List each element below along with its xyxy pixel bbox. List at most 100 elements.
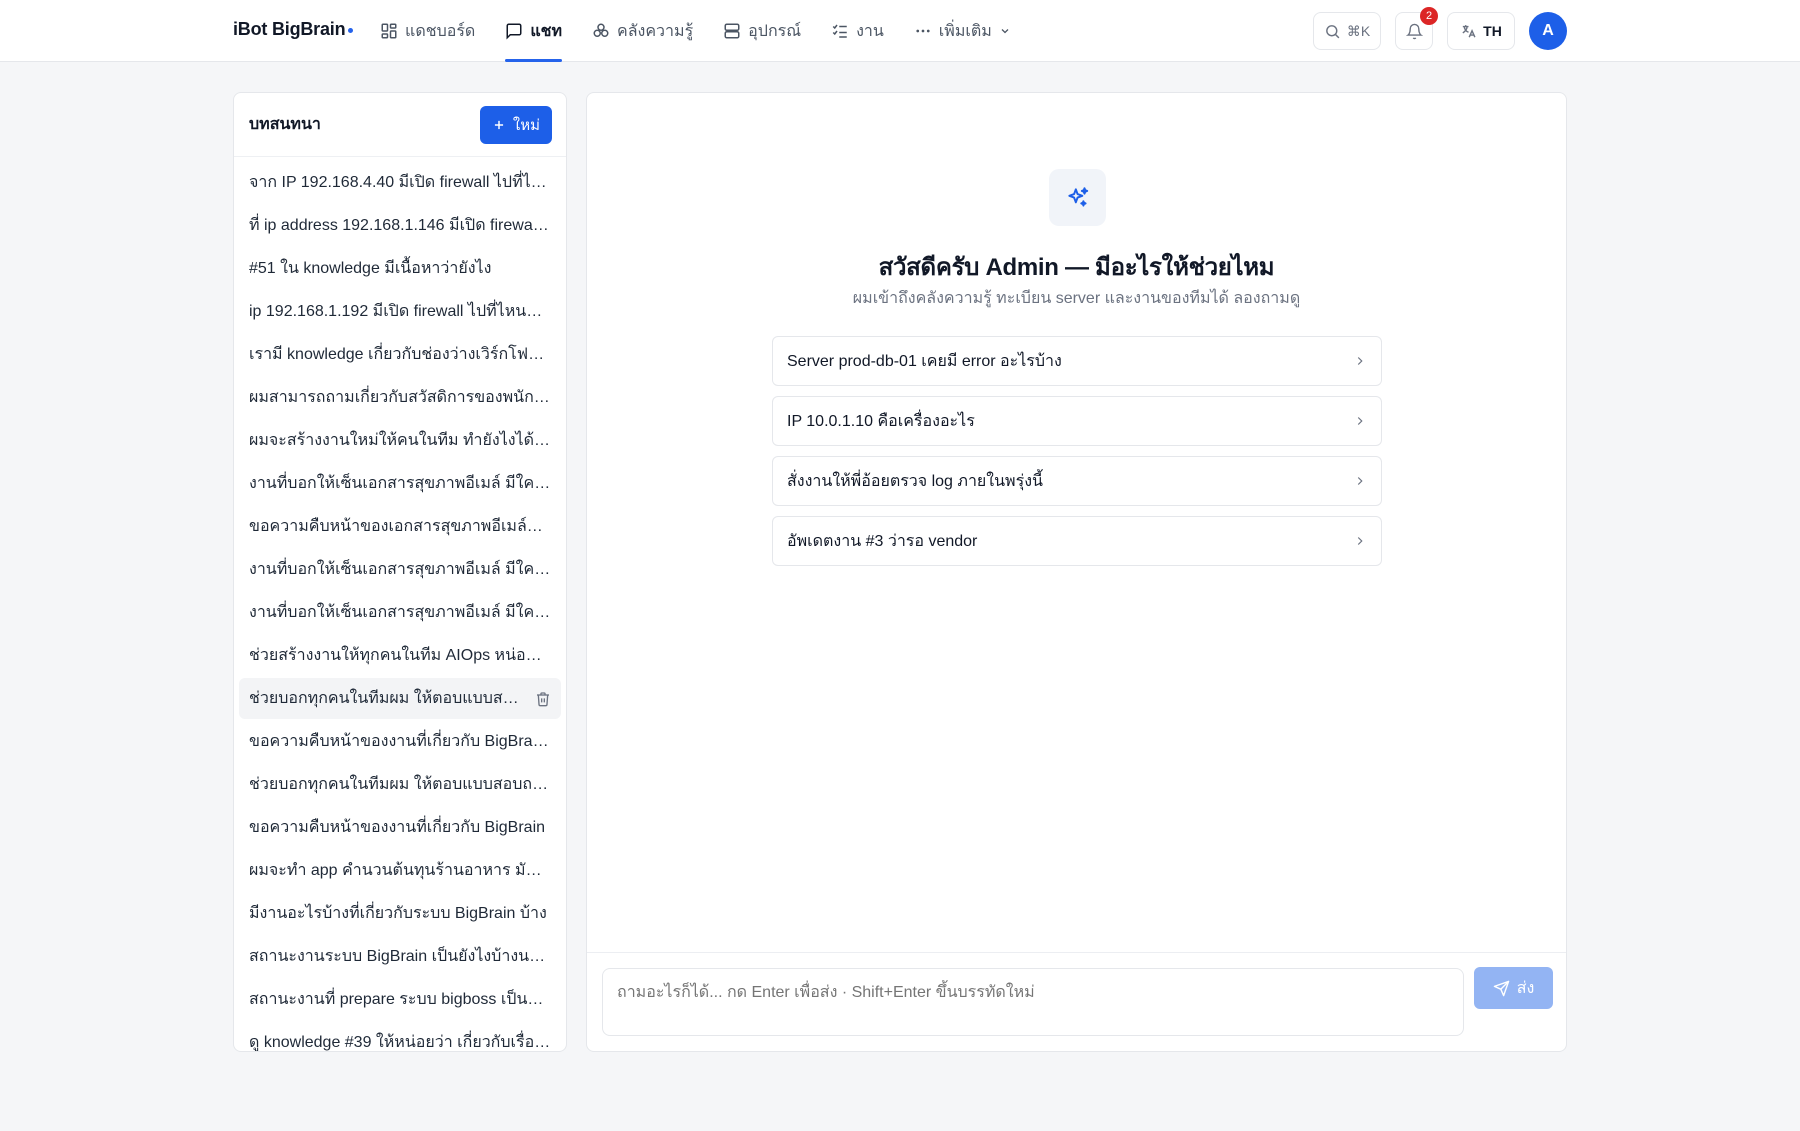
- send-label: ส่ง: [1516, 979, 1535, 997]
- nav-item-tasks[interactable]: งาน: [831, 0, 884, 62]
- nav-item-more[interactable]: เพิ่มเติม: [914, 0, 1011, 62]
- conversation-item[interactable]: ขอความคืบหน้าของงานที่เกี่ยวกับ BigBrain: [239, 807, 561, 848]
- search-shortcut: ⌘K: [1346, 22, 1371, 39]
- sparkles-badge: [1049, 169, 1106, 226]
- sparkles-icon: [1067, 186, 1088, 207]
- conversation-title: ผมสามารถถามเกี่ยวกับสวัสดิการของพนักงานไ…: [249, 389, 551, 406]
- conversation-item[interactable]: ip 192.168.1.192 มีเปิด firewall ไปที่ไห…: [239, 291, 561, 332]
- bell-icon: [1405, 23, 1423, 39]
- conversation-item[interactable]: งานที่บอกให้เซ็นเอกสารสุขภาพอีเมล์ มีใคร…: [239, 463, 561, 504]
- conversation-title: ผมจะทำ app คำนวนต้นทุนร้านอาหาร มันคืออะ…: [249, 862, 551, 879]
- conversation-title: #51 ใน knowledge มีเนื้อหาว่ายังไง: [249, 260, 492, 277]
- chat-icon: [506, 23, 522, 40]
- top-bar: iBot BigBrain แดชบอร์ด แชท คลังความรู้ อ…: [0, 0, 1800, 62]
- nav-item-dashboard[interactable]: แดชบอร์ด: [380, 0, 475, 62]
- suggestion-text: IP 10.0.1.10 คือเครื่องอะไร: [787, 412, 975, 430]
- conversation-item[interactable]: ช่วยบอกทุกคนในทีมผม ให้ตอบแบบสอบถามหน่อย: [239, 764, 561, 805]
- suggestion-item[interactable]: สั่งงานให้พี่อ้อยตรวจ log ภายในพรุ่งนี้: [772, 456, 1382, 506]
- translate-icon: [1462, 24, 1476, 37]
- conversation-title: ขอความคืบหน้าของงานที่เกี่ยวกับ BigBrain: [249, 819, 546, 836]
- greeting-subtitle: ผมเข้าถึงคลังความรู้ ทะเบียน server และง…: [852, 290, 1301, 307]
- conversation-title: ดู knowledge #39 ให้หน่อยว่า เกี่ยวกับเร…: [249, 1034, 551, 1051]
- nav-label-devices: อุปกรณ์: [748, 22, 802, 40]
- conversation-item[interactable]: สถานะงานระบบ BigBrain เป็นยังไงบ้างนะ ตอ…: [239, 936, 561, 977]
- conversation-title: จาก IP 192.168.4.40 มีเปิด firewall ไปที…: [249, 174, 551, 191]
- nav-item-devices[interactable]: อุปกรณ์: [723, 0, 801, 62]
- conversation-title: ช่วยบอกทุกคนในทีมผม ให้ตอบแบบสอบถามหน่อย: [249, 776, 551, 793]
- conversation-item[interactable]: ช่วยสร้างงานให้ทุกคนในทีม AIOps หน่อย บอ…: [239, 635, 561, 676]
- chevron-right-icon: [1357, 477, 1363, 485]
- send-icon: [1493, 980, 1509, 996]
- greeting-title: สวัสดีครับ Admin — มีอะไรให้ช่วยไหม: [878, 254, 1275, 281]
- brand-name: iBot BigBrain: [233, 19, 346, 39]
- avatar[interactable]: A: [1529, 12, 1567, 50]
- conversation-item[interactable]: ผมสามารถถามเกี่ยวกับสวัสดิการของพนักงานไ…: [239, 377, 561, 418]
- conversation-item[interactable]: งานที่บอกให้เซ็นเอกสารสุขภาพอีเมล์ มีใคร…: [239, 592, 561, 633]
- notification-badge: 2: [1420, 7, 1438, 25]
- conversation-title: งานที่บอกให้เซ็นเอกสารสุขภาพอีเมล์ มีใคร…: [249, 604, 551, 621]
- conversation-item[interactable]: ขอความคืบหน้าของงานที่เกี่ยวกับ BigBrain…: [239, 721, 561, 762]
- new-conversation-button[interactable]: ใหม่: [479, 105, 552, 144]
- chevron-right-icon: [1357, 417, 1363, 425]
- main-nav: แดชบอร์ด แชท คลังความรู้ อุปกรณ์ งาน เพิ…: [380, 0, 1041, 62]
- suggestion-item[interactable]: อัพเดตงาน #3 ว่ารอ vendor: [772, 516, 1382, 566]
- conversation-title: เรามี knowledge เกี่ยวกับช่องว่างเวิร์กโ…: [249, 346, 551, 363]
- chat-panel: สวัสดีครับ Admin — มีอะไรให้ช่วยไหม ผมเข…: [586, 92, 1567, 1052]
- language-label: TH: [1483, 23, 1502, 39]
- conversation-item[interactable]: สถานะงานที่ prepare ระบบ bigboss เป็นยัง…: [239, 979, 561, 1020]
- conversation-title: สถานะงานที่ prepare ระบบ bigboss เป็นยัง…: [249, 991, 551, 1008]
- conversation-title: ที่ ip address 192.168.1.146 มีเปิด fire…: [249, 217, 551, 234]
- nav-label-chat: แชท: [530, 22, 563, 40]
- nav-item-chat[interactable]: แชท: [505, 0, 562, 62]
- search-icon: [1325, 24, 1340, 38]
- message-input[interactable]: [602, 968, 1464, 1036]
- sidebar-header: บทสนทนา ใหม่: [234, 93, 566, 157]
- notifications-button[interactable]: 2: [1395, 7, 1438, 50]
- conversation-item[interactable]: จาก IP 192.168.4.40 มีเปิด firewall ไปที…: [239, 162, 561, 203]
- chevron-right-icon: [1357, 357, 1363, 365]
- conversation-item[interactable]: ผมจะสร้างงานใหม่ให้คนในทีม ทำยังไงได้บ้า…: [239, 420, 561, 461]
- conversation-title: งานที่บอกให้เซ็นเอกสารสุขภาพอีเมล์ มีใคร…: [249, 475, 551, 492]
- conversation-list: จาก IP 192.168.4.40 มีเปิด firewall ไปที…: [234, 157, 566, 1051]
- suggestion-item[interactable]: IP 10.0.1.10 คือเครื่องอะไร: [772, 396, 1382, 446]
- brand-logo[interactable]: iBot BigBrain: [233, 19, 354, 40]
- chevron-down-icon: [1001, 29, 1009, 34]
- conversation-item[interactable]: ดู knowledge #39 ให้หน่อยว่า เกี่ยวกับเร…: [239, 1022, 561, 1051]
- conversation-item[interactable]: ที่ ip address 192.168.1.146 มีเปิด fire…: [239, 205, 561, 246]
- new-button-label: ใหม่: [512, 116, 540, 134]
- conversation-item[interactable]: ช่วยบอกทุกคนในทีมผม ให้ตอบแบบสอบถาม: [239, 678, 561, 719]
- composer: ส่ง: [587, 952, 1566, 1051]
- conversation-title: งานที่บอกให้เซ็นเอกสารสุขภาพอีเมล์ มีใคร…: [249, 561, 551, 578]
- suggestion-text: อัพเดตงาน #3 ว่ารอ vendor: [787, 532, 978, 550]
- nav-label-dashboard: แดชบอร์ด: [405, 22, 476, 40]
- nav-label-tasks: งาน: [856, 22, 884, 40]
- nav-label-more: เพิ่มเติม: [938, 22, 992, 40]
- conversation-title: ขอความคืบหน้าของงานที่เกี่ยวกับ BigBrain…: [249, 733, 551, 750]
- chevron-right-icon: [1357, 537, 1363, 545]
- conversation-item[interactable]: ผมจะทำ app คำนวนต้นทุนร้านอาหาร มันคืออะ…: [239, 850, 561, 891]
- conversation-item[interactable]: มีงานอะไรบ้างที่เกี่ยวกับระบบ BigBrain บ…: [239, 893, 561, 934]
- conversation-title: ip 192.168.1.192 มีเปิด firewall ไปที่ไห…: [249, 303, 551, 320]
- suggestion-item[interactable]: Server prod-db-01 เคยมี error อะไรบ้าง: [772, 336, 1382, 386]
- brand-dot: [348, 27, 354, 33]
- conversation-title: มีงานอะไรบ้างที่เกี่ยวกับระบบ BigBrain บ…: [249, 905, 547, 922]
- trash-icon[interactable]: [535, 691, 551, 707]
- topbar-actions: ⌘K 2 TH A: [1313, 7, 1567, 50]
- search-button[interactable]: ⌘K: [1313, 12, 1381, 50]
- tasks-icon: [832, 24, 847, 38]
- conversation-sidebar: บทสนทนา ใหม่ จาก IP 192.168.4.40 มีเปิด …: [233, 92, 567, 1052]
- dashboard-icon: [381, 23, 397, 39]
- sidebar-title: บทสนทนา: [249, 116, 321, 133]
- conversation-item[interactable]: ขอความคืบหน้าของเอกสารสุขภาพอีเมล์หน่อย: [239, 506, 561, 547]
- nav-item-knowledge[interactable]: คลังความรู้: [592, 0, 693, 62]
- knowledge-icon: [593, 23, 609, 37]
- more-icon: [916, 29, 930, 33]
- conversation-item[interactable]: #51 ใน knowledge มีเนื้อหาว่ายังไง: [239, 248, 561, 289]
- conversation-item[interactable]: เรามี knowledge เกี่ยวกับช่องว่างเวิร์กโ…: [239, 334, 561, 375]
- conversation-item[interactable]: งานที่บอกให้เซ็นเอกสารสุขภาพอีเมล์ มีใคร…: [239, 549, 561, 590]
- send-button[interactable]: ส่ง: [1474, 967, 1553, 1009]
- server-icon: [724, 23, 740, 39]
- conversation-title: ขอความคืบหน้าของเอกสารสุขภาพอีเมล์หน่อย: [249, 518, 551, 535]
- language-button[interactable]: TH: [1447, 12, 1515, 50]
- suggestion-text: สั่งงานให้พี่อ้อยตรวจ log ภายในพรุ่งนี้: [787, 472, 1043, 490]
